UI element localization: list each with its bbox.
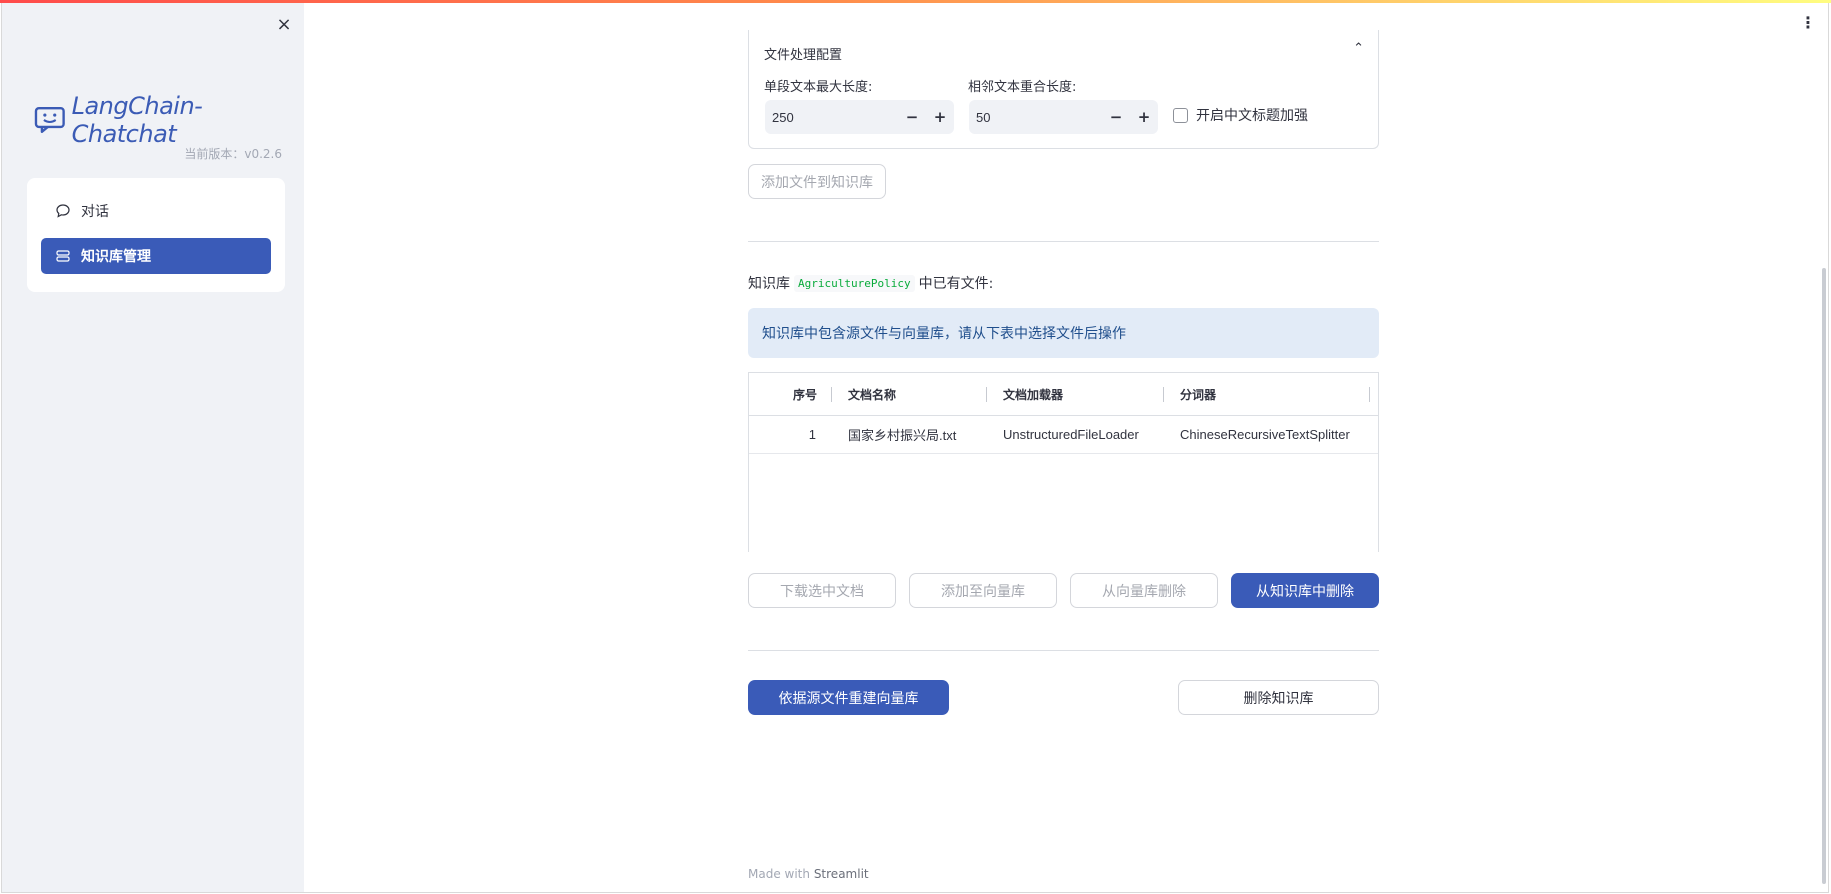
overlap-length-label: 相邻文本重合长度: — [968, 80, 1077, 95]
expander-title[interactable]: 文件处理配置 — [764, 44, 842, 63]
footer-streamlit-link[interactable]: Streamlit — [814, 867, 869, 881]
file-config-expander: 文件处理配置 ⌃ 单段文本最大长度: 250 − + 相邻文本重合长度: 50 … — [748, 30, 1379, 149]
footer-prefix: Made with — [748, 867, 810, 881]
checkbox-box[interactable] — [1173, 107, 1188, 123]
column-header-loader[interactable]: 文档加载器 — [1003, 373, 1063, 415]
files-table: 序号 文档名称 文档加载器 分词器 1 国家乡村振兴局.txt Unstruct… — [748, 372, 1379, 552]
database-icon — [56, 250, 70, 262]
table-header: 序号 文档名称 文档加载器 分词器 — [749, 373, 1378, 416]
column-header-name[interactable]: 文档名称 — [848, 373, 896, 415]
info-alert: 知识库中包含源文件与向量库，请从下表中选择文件后操作 — [748, 308, 1379, 358]
column-resize-handle[interactable] — [831, 387, 832, 402]
footer: Made with Streamlit — [748, 867, 869, 881]
close-sidebar-icon[interactable]: × — [272, 12, 296, 36]
logo-text: LangChain-Chatchat — [71, 92, 203, 148]
checkbox-label: 开启中文标题加强 — [1196, 108, 1308, 124]
cell-name[interactable]: 国家乡村振兴局.txt — [848, 416, 956, 453]
top-decoration-bar — [0, 0, 1831, 3]
nav-item-chat[interactable]: 对话 — [41, 193, 271, 229]
delete-kb-button[interactable]: 删除知识库 — [1178, 680, 1379, 715]
column-resize-handle[interactable] — [1163, 387, 1164, 402]
download-selected-button[interactable]: 下载选中文档 — [748, 573, 896, 608]
column-resize-handle[interactable] — [1369, 387, 1370, 402]
nav-item-label: 对话 — [81, 204, 109, 220]
zh-title-enhance-checkbox[interactable]: 开启中文标题加强 — [1173, 105, 1308, 125]
increment-button[interactable]: + — [926, 108, 954, 126]
decrement-button[interactable]: − — [1102, 108, 1130, 126]
sidebar: × LangChain-Chatchat 当前版本：v0.2.6 对话 知识库管… — [2, 2, 304, 892]
overlap-length-value[interactable]: 50 — [969, 110, 1102, 125]
kb-name-code: AgriculturePolicy — [794, 274, 915, 292]
chat-bubble-icon — [56, 204, 70, 218]
nav-menu: 对话 知识库管理 — [27, 178, 285, 292]
max-length-label: 单段文本最大长度: — [764, 80, 873, 95]
kb-files-heading: 知识库 AgriculturePolicy 中已有文件: — [748, 273, 993, 293]
nav-item-knowledge-base[interactable]: 知识库管理 — [41, 238, 271, 274]
overlap-length-input[interactable]: 50 − + — [969, 100, 1158, 134]
version-label: 当前版本：v0.2.6 — [184, 147, 282, 161]
chevron-up-icon[interactable]: ⌃ — [1353, 41, 1364, 56]
add-to-vector-store-button[interactable]: 添加至向量库 — [909, 573, 1057, 608]
column-header-splitter[interactable]: 分词器 — [1180, 373, 1216, 415]
increment-button[interactable]: + — [1130, 108, 1158, 126]
kb-suffix: 中已有文件: — [918, 276, 994, 292]
main-scrollbar[interactable] — [1822, 268, 1826, 884]
decrement-button[interactable]: − — [898, 108, 926, 126]
cell-splitter[interactable]: ChineseRecursiveTextSplitter — [1180, 416, 1350, 453]
max-length-input[interactable]: 250 − + — [765, 100, 954, 134]
delete-from-vector-store-button[interactable]: 从向量库删除 — [1070, 573, 1218, 608]
column-resize-handle[interactable] — [986, 387, 987, 402]
info-text: 知识库中包含源文件与向量库，请从下表中选择文件后操作 — [762, 326, 1126, 342]
table-row[interactable]: 1 国家乡村振兴局.txt UnstructuredFileLoader Chi… — [749, 416, 1378, 454]
app-logo: LangChain-Chatchat — [34, 92, 304, 148]
kb-prefix: 知识库 — [748, 276, 790, 292]
divider — [748, 241, 1379, 242]
chat-logo-icon — [34, 106, 65, 134]
main-menu-icon[interactable]: ⋮ — [1800, 12, 1816, 32]
rebuild-vector-store-button[interactable]: 依据源文件重建向量库 — [748, 680, 949, 715]
delete-from-kb-button[interactable]: 从知识库中删除 — [1231, 573, 1379, 608]
nav-item-label: 知识库管理 — [81, 249, 151, 265]
cell-index[interactable]: 1 — [749, 416, 816, 453]
max-length-value[interactable]: 250 — [765, 110, 898, 125]
add-files-button[interactable]: 添加文件到知识库 — [748, 164, 886, 199]
cell-loader[interactable]: UnstructuredFileLoader — [1003, 416, 1139, 453]
column-header-index[interactable]: 序号 — [749, 373, 817, 415]
divider — [748, 650, 1379, 651]
